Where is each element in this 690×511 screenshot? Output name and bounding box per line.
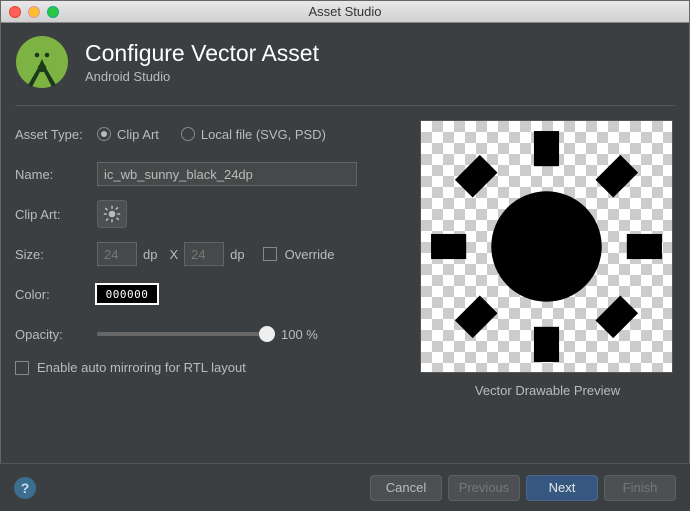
clipart-picker-button[interactable]: [97, 200, 127, 228]
rtl-mirror-label: Enable auto mirroring for RTL layout: [37, 360, 246, 375]
radio-label: Clip Art: [117, 127, 159, 142]
opacity-value: 100 %: [281, 327, 318, 342]
asset-type-clipart-radio[interactable]: Clip Art: [97, 127, 159, 142]
slider-thumb-icon[interactable]: [259, 326, 275, 342]
size-row: Size: dp X dp Override: [15, 240, 406, 268]
clipart-label: Clip Art:: [15, 207, 97, 222]
override-checkbox[interactable]: [263, 247, 277, 261]
width-unit: dp: [143, 247, 157, 262]
window-title: Asset Studio: [1, 4, 689, 19]
next-button[interactable]: Next: [526, 475, 598, 501]
radio-label: Local file (SVG, PSD): [201, 127, 326, 142]
opacity-label: Opacity:: [15, 327, 97, 342]
asset-type-label: Asset Type:: [15, 127, 97, 142]
clipart-row: Clip Art:: [15, 200, 406, 228]
radio-icon: [97, 127, 111, 141]
asset-type-localfile-radio[interactable]: Local file (SVG, PSD): [181, 127, 326, 142]
titlebar: Asset Studio: [1, 1, 689, 23]
preview-sunny-icon: [421, 121, 672, 372]
page-title: Configure Vector Asset: [85, 40, 319, 67]
sunny-icon: [103, 205, 121, 223]
wizard-header: Configure Vector Asset Android Studio: [15, 35, 675, 89]
opacity-row: Opacity: 100 %: [15, 320, 406, 348]
override-label: Override: [285, 247, 335, 262]
finish-button: Finish: [604, 475, 676, 501]
help-button[interactable]: ?: [14, 477, 36, 499]
wizard-footer: ? Cancel Previous Next Finish: [0, 463, 690, 511]
size-sep: X: [169, 247, 178, 262]
height-input[interactable]: [184, 242, 224, 266]
height-unit: dp: [230, 247, 244, 262]
opacity-slider[interactable]: [97, 332, 267, 336]
radio-icon: [181, 127, 195, 141]
color-label: Color:: [15, 287, 97, 302]
cancel-button[interactable]: Cancel: [370, 475, 442, 501]
asset-type-row: Asset Type: Clip Art Local file (SVG, PS…: [15, 120, 406, 148]
divider: [15, 105, 675, 106]
previous-button: Previous: [448, 475, 520, 501]
width-input[interactable]: [97, 242, 137, 266]
preview-frame: [420, 120, 673, 373]
name-row: Name:: [15, 160, 406, 188]
mirror-row: Enable auto mirroring for RTL layout: [15, 360, 406, 375]
android-studio-logo-icon: [15, 35, 69, 89]
name-label: Name:: [15, 167, 97, 182]
page-subtitle: Android Studio: [85, 69, 319, 84]
color-picker[interactable]: 000000: [97, 285, 157, 303]
rtl-mirror-checkbox[interactable]: [15, 361, 29, 375]
preview-caption: Vector Drawable Preview: [420, 383, 675, 398]
name-input[interactable]: [97, 162, 357, 186]
color-row: Color: 000000: [15, 280, 406, 308]
size-label: Size:: [15, 247, 97, 262]
